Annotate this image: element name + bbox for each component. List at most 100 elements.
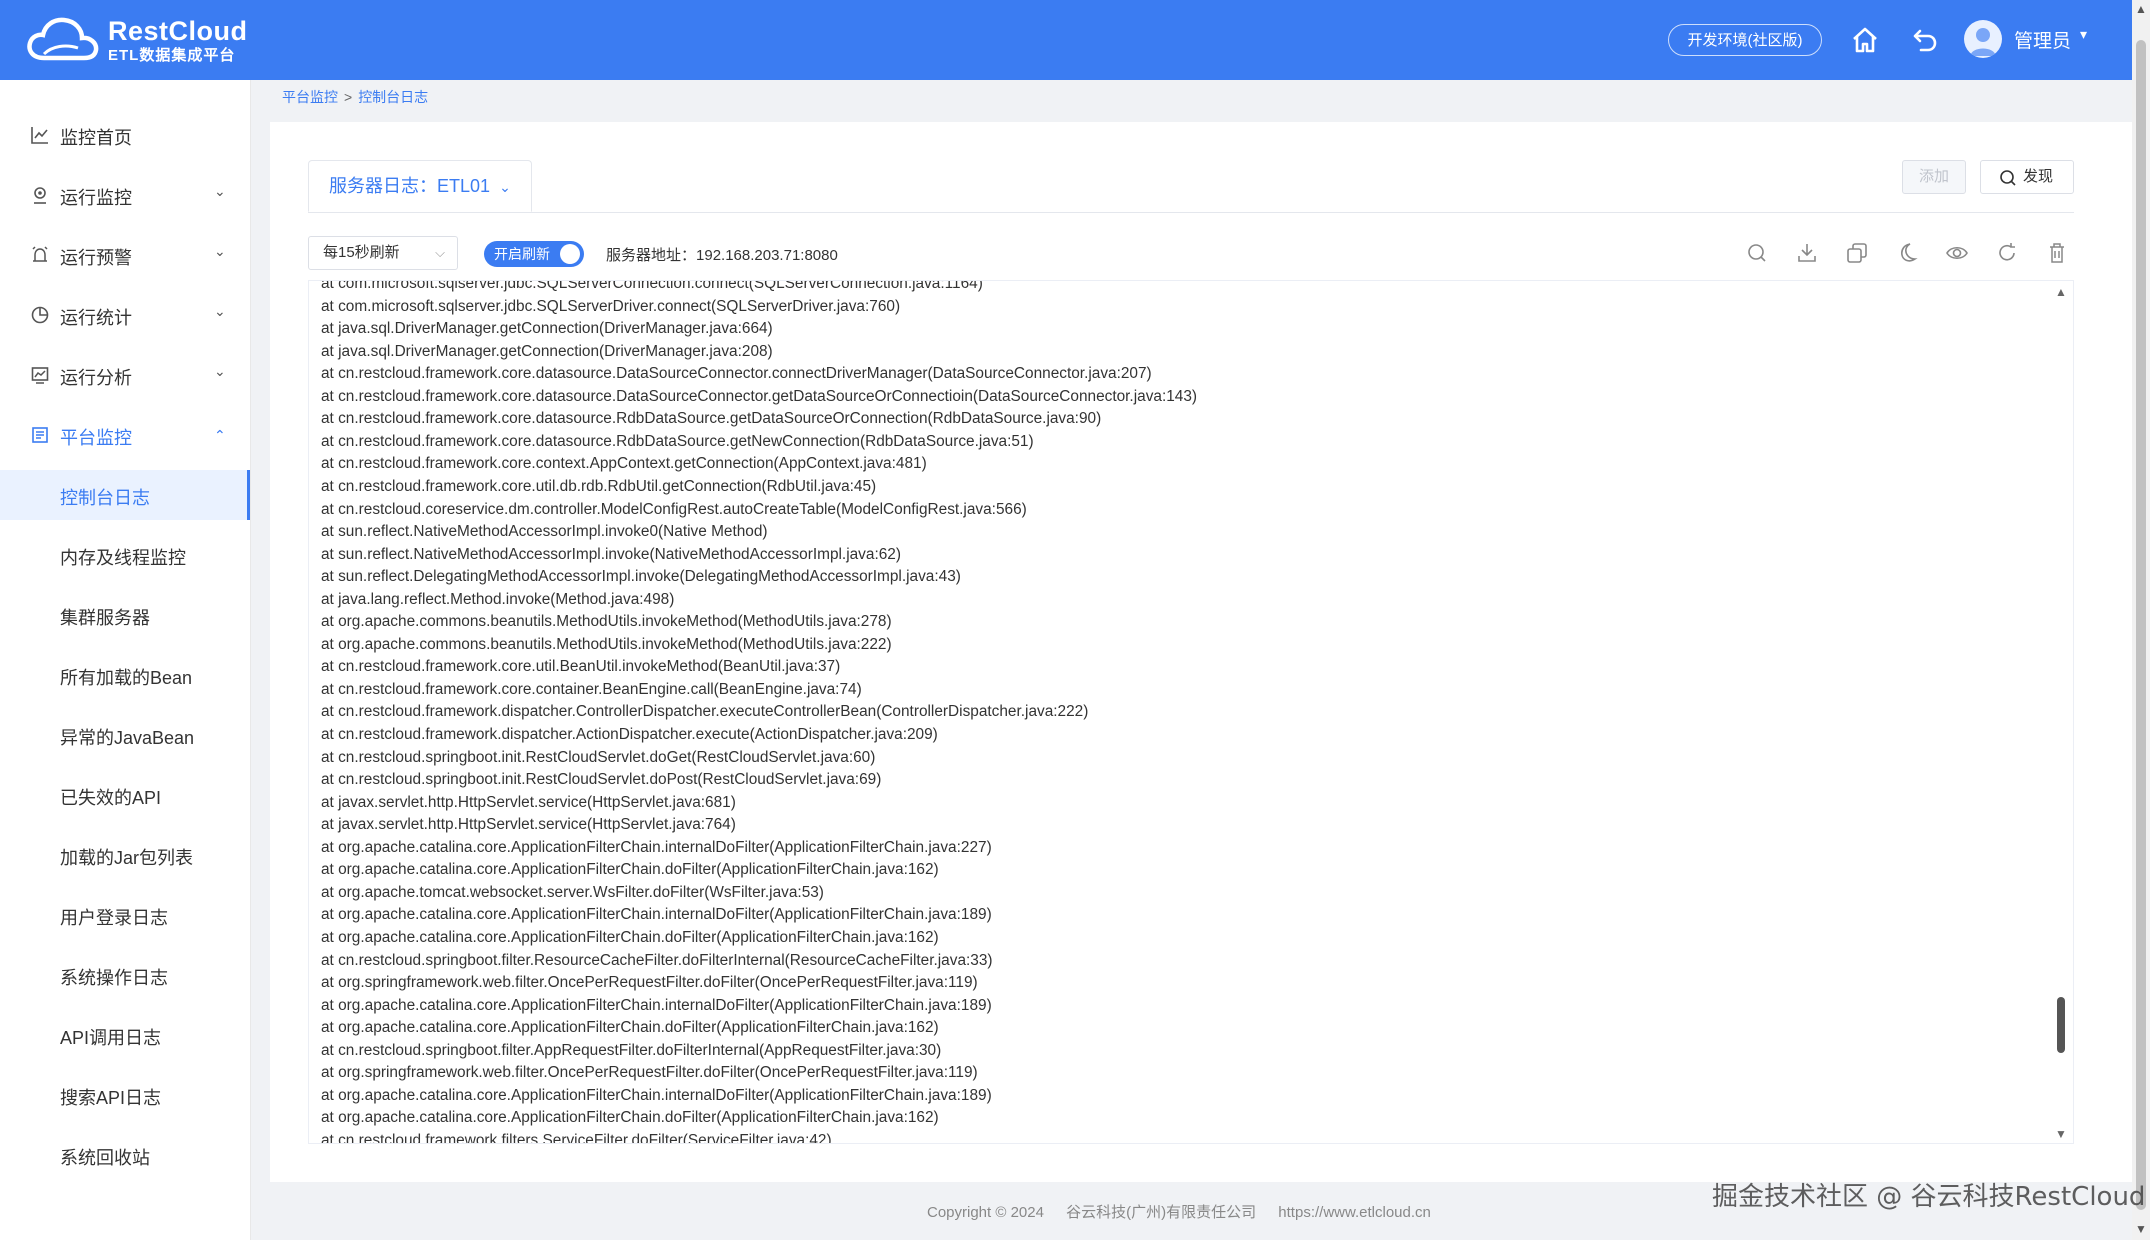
breadcrumb-separator: > [344,89,353,105]
back-icon[interactable] [1909,24,1941,56]
sidebar-item-label: 运行分析 [60,368,132,388]
scroll-down-icon[interactable]: ▼ [2055,1127,2067,1141]
add-button[interactable]: 添加 [1902,160,1966,194]
log-line: at org.apache.catalina.core.ApplicationF… [321,861,939,879]
sidebar-item-run-stats[interactable]: 运行统计 ⌄ [0,285,250,345]
sidebar-sub-error-javabean[interactable]: 异常的JavaBean [0,710,250,760]
page-scrollbar[interactable]: ▲ ▼ [2132,0,2150,1240]
log-line: at sun.reflect.NativeMethodAccessorImpl.… [321,523,768,541]
logo[interactable]: RestCloud ETL数据集成平台 [26,14,247,66]
log-line: at cn.restcloud.framework.core.context.A… [321,455,927,473]
tab-server-log[interactable]: 服务器日志：ETL01 ⌄ [308,160,532,212]
search-icon[interactable] [1744,240,1770,266]
log-line: at cn.restcloud.coreservice.dm.controlle… [321,500,1027,518]
log-line: at cn.restcloud.springboot.filter.Resour… [321,951,993,969]
sidebar-sub-loaded-beans[interactable]: 所有加载的Bean [0,650,250,700]
find-button[interactable]: 发现 [1980,160,2074,194]
watermark: 掘金技术社区 @ 谷云科技RestCloud [1712,1182,2146,1212]
sidebar-sub-cluster-server[interactable]: 集群服务器 [0,590,250,640]
delete-icon[interactable] [2044,240,2070,266]
sidebar-sub-memory-thread[interactable]: 内存及线程监控 [0,530,250,580]
sidebar-sub-label: 所有加载的Bean [60,668,193,688]
eye-icon[interactable] [1944,240,1970,266]
log-scrollbar-thumb[interactable] [2057,997,2065,1053]
sidebar-sub-recycle-bin[interactable]: 系统回收站 [0,1130,250,1180]
home-icon[interactable] [1849,24,1881,56]
alarm-icon [32,246,48,262]
environment-button[interactable]: 开发环境(社区版) [1668,24,1822,56]
log-line: at org.apache.catalina.core.ApplicationF… [321,838,992,856]
sidebar-item-run-analysis[interactable]: 运行分析 ⌄ [0,345,250,405]
log-line: at org.apache.catalina.core.ApplicationF… [321,906,992,924]
copy-icon[interactable] [1844,240,1870,266]
log-line: at cn.restcloud.springboot.filter.AppReq… [321,1041,942,1059]
avatar[interactable] [1964,20,2002,58]
user-avatar-icon [1970,28,1996,56]
refresh-icon[interactable] [1994,240,2020,266]
log-line: at org.apache.commons.beanutils.MethodUt… [321,613,892,631]
sidebar-sub-operation-log[interactable]: 系统操作日志 [0,950,250,1000]
log-line: at cn.restcloud.framework.filters.Servic… [321,1131,832,1144]
auto-refresh-toggle[interactable]: 开启刷新 [484,241,584,267]
log-line: at cn.restcloud.springboot.init.RestClou… [321,771,882,789]
search-icon [2000,170,2016,186]
page-scrollbar-thumb[interactable] [2136,40,2146,1210]
logo-name: RestCloud [108,16,248,46]
breadcrumb-current: 控制台日志 [358,89,429,105]
console-log-area[interactable]: at com.microsoft.sqlserver.jdbc.SQLServe… [308,280,2074,1144]
footer-company: 谷云科技(广州)有限责任公司 [1066,1204,1257,1221]
moon-icon[interactable] [1894,240,1920,266]
log-line: at org.springframework.web.filter.OncePe… [321,1064,978,1082]
tab-bar: 服务器日志：ETL01 ⌄ [308,160,2074,213]
scroll-down-icon[interactable]: ▼ [2135,1222,2147,1236]
log-line: at org.apache.tomcat.websocket.server.Ws… [321,883,824,901]
scroll-up-icon[interactable]: ▲ [2135,2,2147,16]
sidebar-sub-invalid-api[interactable]: 已失效的API [0,770,250,820]
sidebar-sub-login-log[interactable]: 用户登录日志 [0,890,250,940]
line-chart-icon [31,127,48,144]
find-button-label: 发现 [2023,168,2054,185]
footer-url[interactable]: https://www.etlcloud.cn [1278,1204,1431,1221]
log-scrollbar[interactable]: ▲ ▼ [2051,281,2073,1143]
log-line: at sun.reflect.NativeMethodAccessorImpl.… [321,545,901,563]
sidebar-item-run-alert[interactable]: 运行预警 ⌄ [0,225,250,285]
sidebar-sub-label: 异常的JavaBean [60,728,195,748]
pie-chart-icon [31,306,49,324]
sidebar-sub-label: 系统操作日志 [60,968,168,988]
top-header: RestCloud ETL数据集成平台 开发环境(社区版) 管理员 ▾ [0,0,2132,80]
log-line: at java.lang.reflect.Method.invoke(Metho… [321,590,675,608]
sidebar-sub-console-log[interactable]: 控制台日志 [0,470,250,520]
sidebar-sub-jar-list[interactable]: 加载的Jar包列表 [0,830,250,880]
sidebar-sub-search-api-log[interactable]: 搜索API日志 [0,1070,250,1120]
sidebar-sub-label: 内存及线程监控 [60,548,186,568]
refresh-interval-select[interactable]: 每15秒刷新 ⌵ [308,236,458,270]
toggle-knob [560,244,580,264]
log-line: at cn.restcloud.springboot.init.RestClou… [321,748,876,766]
log-line: at cn.restcloud.framework.core.datasourc… [321,365,1152,383]
server-address: 服务器地址：192.168.203.71:8080 [606,244,838,265]
chevron-down-icon: ⌄ [214,303,226,319]
user-name[interactable]: 管理员 [2014,26,2071,53]
analysis-icon [31,367,49,384]
log-line: at org.apache.catalina.core.ApplicationF… [321,928,939,946]
server-address-label: 服务器地址： [606,247,697,264]
sidebar-item-platform-monitor[interactable]: 平台监控 ⌃ [0,405,250,465]
sidebar-item-monitor-home[interactable]: 监控首页 [0,105,250,165]
logo-subtitle: ETL数据集成平台 [108,47,236,64]
sidebar-item-label: 平台监控 [60,428,132,448]
log-line: at cn.restcloud.framework.core.container… [321,680,862,698]
breadcrumb: 平台监控 > 控制台日志 [282,87,428,107]
sidebar-sub-api-call-log[interactable]: API调用日志 [0,1010,250,1060]
scroll-up-icon[interactable]: ▲ [2055,285,2067,299]
log-line: at org.apache.catalina.core.ApplicationF… [321,1109,939,1127]
chevron-down-icon: ⌄ [214,243,226,259]
breadcrumb-parent[interactable]: 平台监控 [282,89,338,105]
sidebar-item-run-monitor[interactable]: 运行监控 ⌄ [0,165,250,225]
footer-copyright: Copyright © 2024 [927,1204,1044,1221]
sidebar-item-label: 运行预警 [60,248,132,268]
log-line: at java.sql.DriverManager.getConnection(… [321,342,773,360]
log-line: at org.apache.catalina.core.ApplicationF… [321,1086,992,1104]
download-icon[interactable] [1794,240,1820,266]
sidebar-item-label: 运行监控 [60,188,132,208]
user-menu-caret-icon[interactable]: ▾ [2080,26,2087,43]
